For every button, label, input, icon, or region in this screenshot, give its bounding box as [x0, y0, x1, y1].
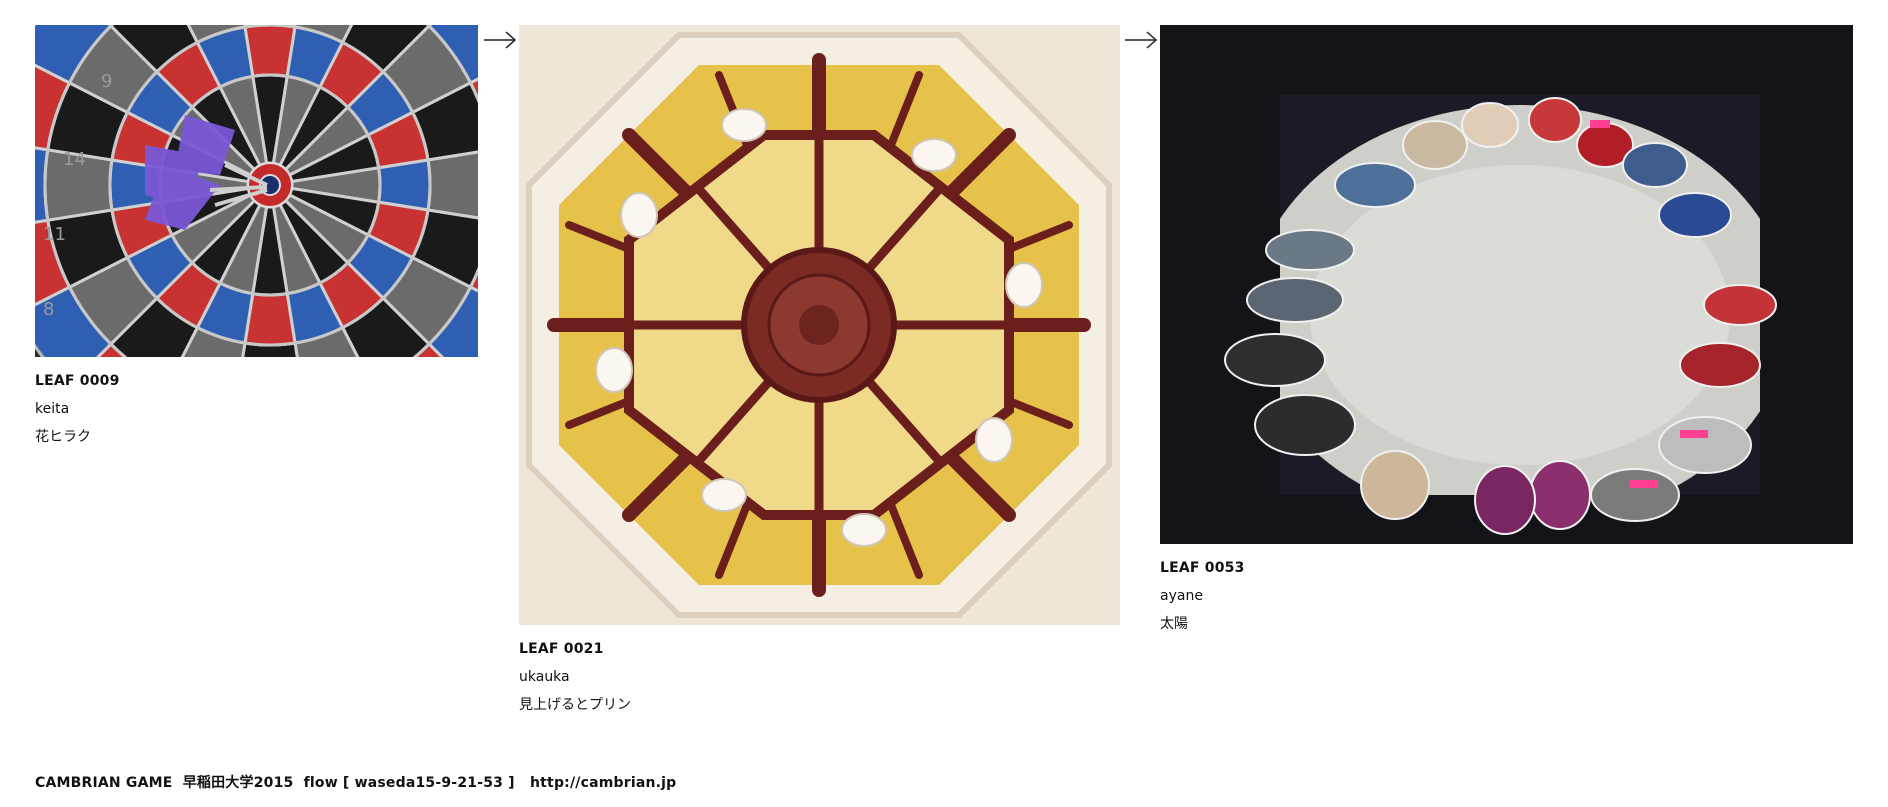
leaf-id: LEAF 0053	[1160, 560, 1245, 576]
leaf-photo-dome[interactable]	[519, 25, 1120, 625]
leaf-author[interactable]: ayane	[1160, 582, 1853, 610]
leaf-card: 9 14 11 8 LEAF 0009 keita 花ヒラク	[35, 25, 478, 451]
leaf-id: LEAF 0009	[35, 373, 120, 389]
leaf-card: LEAF 0021 ukauka 見上げるとプリン	[519, 25, 1120, 719]
dartboard-segment	[426, 150, 478, 220]
svg-text:14: 14	[63, 149, 86, 170]
leaf-title: 花ヒラク	[35, 429, 91, 445]
svg-text:9: 9	[101, 71, 112, 92]
leaf-title: 太陽	[1160, 616, 1188, 632]
leaf-id: LEAF 0021	[519, 641, 604, 657]
leaf-author[interactable]: keita	[35, 395, 478, 423]
leaf-title: 見上げるとプリン	[519, 697, 631, 713]
svg-text:11: 11	[43, 224, 66, 245]
right-arrow-icon	[1125, 31, 1158, 49]
leaf-photo-sneakers[interactable]	[1160, 25, 1853, 544]
svg-text:8: 8	[43, 299, 54, 320]
right-arrow-icon	[484, 31, 517, 49]
leaf-photo-dartboard[interactable]: 9 14 11 8	[35, 25, 478, 357]
leaf-author[interactable]: ukauka	[519, 663, 1120, 691]
footer-caption: CAMBRIAN GAME 早稲田大学2015 flow [ waseda15-…	[35, 775, 677, 791]
leaf-card: LEAF 0053 ayane 太陽	[1160, 25, 1853, 638]
